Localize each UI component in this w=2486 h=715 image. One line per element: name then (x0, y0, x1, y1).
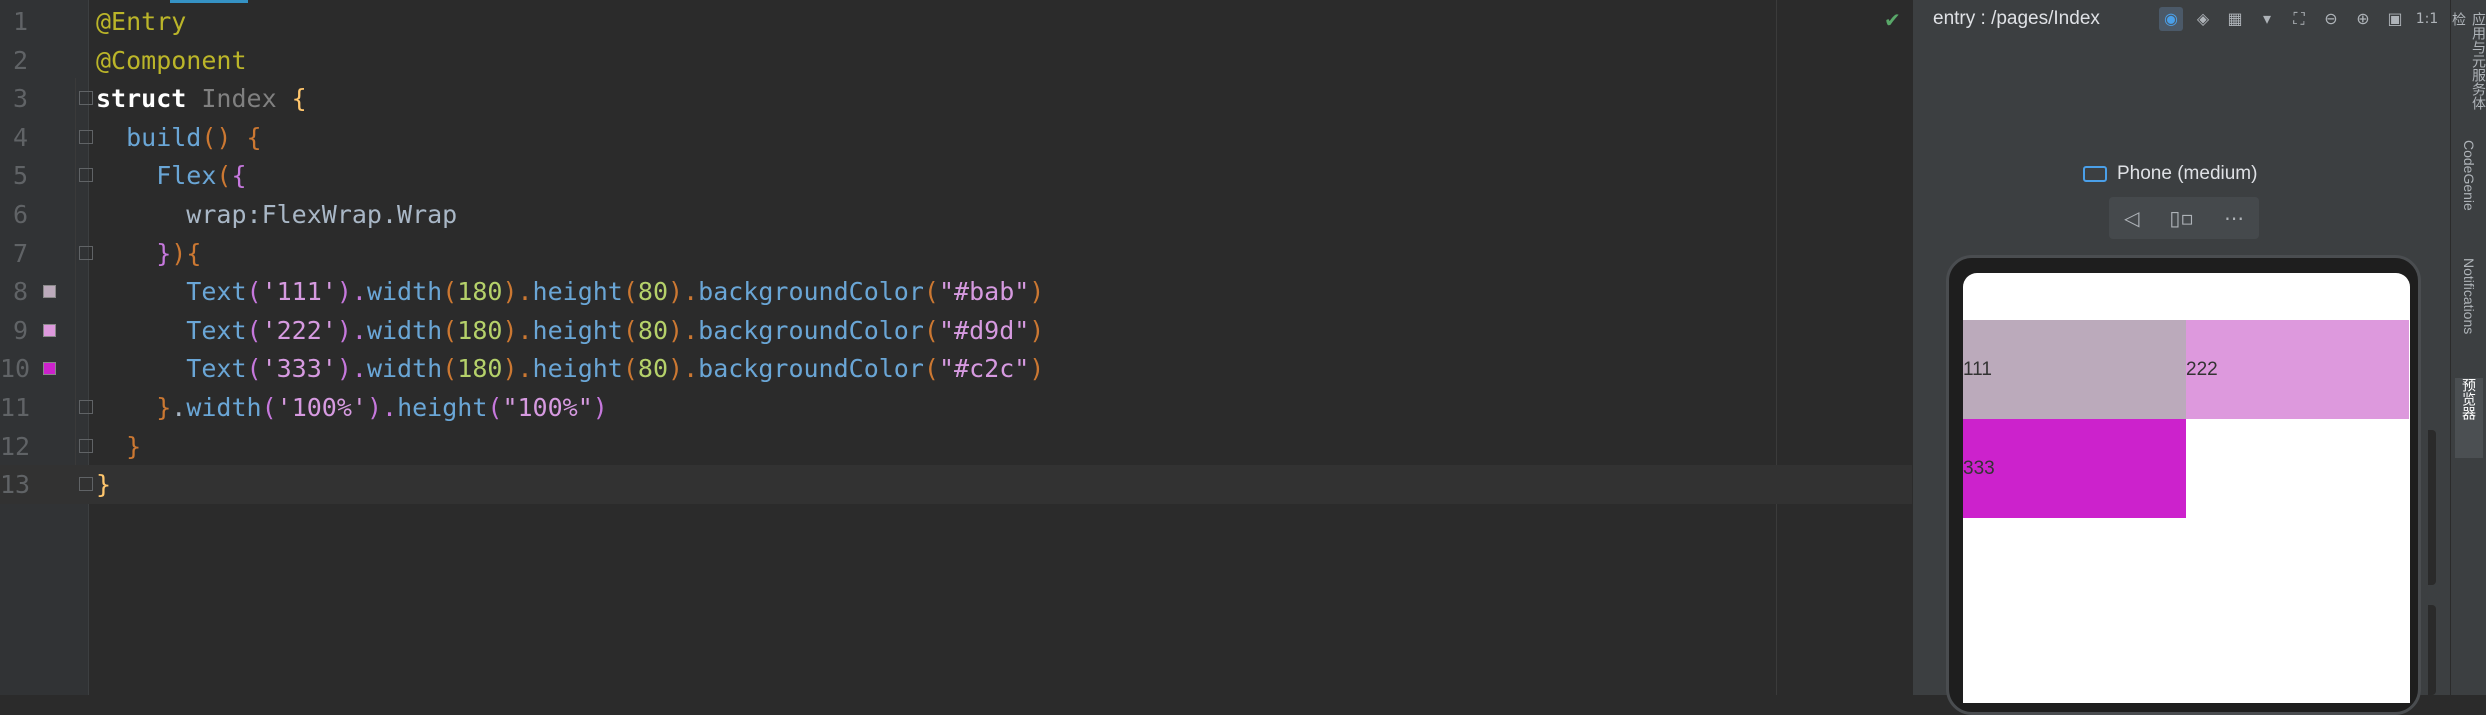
device-controls: ◁ ▯▫ ⋯ (2109, 197, 2259, 239)
code-text: }){ (96, 238, 202, 268)
fold-marker-icon[interactable] (79, 438, 93, 453)
code-line[interactable]: 11 }.width('100%').height("100%") (0, 388, 1912, 427)
actual-size-icon[interactable]: 1:1 (2415, 7, 2439, 31)
code-text: } (96, 431, 142, 461)
code-text: Text('111').width(180).height(80).backgr… (96, 277, 1045, 307)
layers-icon[interactable]: ◈ (2191, 7, 2215, 31)
fold-marker-icon[interactable] (79, 168, 93, 183)
zoom-in-icon[interactable]: ⊕ (2351, 7, 2375, 31)
code-editor[interactable]: 1 @Entry 2 @Component 3 struct Index { 4 build… (0, 0, 1912, 695)
code-text: build() { (96, 122, 262, 152)
code-line[interactable]: 12 } (0, 427, 1912, 466)
line-number: 8 (12, 277, 28, 307)
line-number: 6 (12, 200, 28, 229)
color-swatch-icon[interactable] (43, 362, 56, 376)
line-number: 3 (12, 84, 28, 114)
code-text: Flex({ (96, 161, 247, 191)
text-box-111[interactable]: 111 (1963, 320, 2186, 419)
code-line[interactable]: 5 Flex({ (0, 156, 1912, 195)
code-line[interactable]: 3 struct Index { (0, 79, 1912, 118)
phone-side-button (2428, 605, 2436, 695)
phone-side-button (2428, 430, 2436, 585)
more-icon[interactable]: ⋯ (2224, 206, 2244, 230)
strip-item-previewer[interactable]: 预览器 (2455, 378, 2483, 458)
inspector-toggle-icon[interactable]: ◉ (2159, 7, 2183, 31)
grid-icon[interactable]: ▦ (2223, 7, 2247, 31)
text-box-222[interactable]: 222 (2186, 320, 2409, 419)
inspection-ok-icon[interactable]: ✔ (1884, 8, 1901, 32)
strip-item-codegenie[interactable]: CodeGenie (2455, 140, 2483, 240)
fold-marker-icon[interactable] (79, 400, 93, 414)
code-line[interactable]: 8 Text('111').width(180).height(80).back… (0, 272, 1912, 311)
fit-screen-icon[interactable]: ⛶ (2287, 7, 2311, 31)
previewer-title: entry : /pages/Index (1933, 8, 2100, 29)
code-line[interactable]: 10 Text('333').width(180).height(80).bac… (0, 349, 1912, 388)
color-swatch-icon[interactable] (43, 285, 56, 299)
device-name: Phone (medium) (2117, 163, 2258, 184)
fold-marker-icon[interactable] (79, 91, 93, 106)
line-number: 2 (12, 45, 28, 75)
line-number: 7 (12, 238, 28, 268)
line-number: 4 (12, 122, 28, 152)
right-tool-strip: 应用与元服务体检 CodeGenie Notifications 预览器 (2450, 0, 2486, 695)
code-line[interactable]: 9 Text('222').width(180).height(80).back… (0, 311, 1912, 350)
code-line[interactable]: 2 @Component (0, 41, 1912, 80)
code-text: wrap:FlexWrap.Wrap (96, 200, 458, 229)
color-swatch-icon[interactable] (43, 323, 56, 337)
strip-item-app-check[interactable]: 应用与元服务体检 (2451, 12, 2486, 122)
code-text: Text('222').width(180).height(80).backgr… (96, 315, 1045, 345)
strip-item-notifications[interactable]: Notifications (2455, 258, 2483, 368)
code-text: Text('333').width(180).height(80).backgr… (96, 354, 1045, 384)
dropdown-icon[interactable]: ▾ (2255, 7, 2279, 31)
rotate-icon[interactable]: ▯▫ (2169, 206, 2194, 230)
zoom-out-icon[interactable]: ⊖ (2319, 7, 2343, 31)
code-line[interactable]: 13} (0, 465, 1912, 505)
code-text: @Component (96, 45, 247, 75)
text-box-333[interactable]: 333 (1963, 419, 2186, 518)
line-number: 10 (0, 354, 31, 384)
phone-device-icon (2083, 166, 2107, 182)
device-selector[interactable]: Phone (medium) (2083, 163, 2257, 185)
fold-marker-icon[interactable] (79, 245, 93, 260)
code-text: struct Index { (96, 84, 307, 114)
back-icon[interactable]: ◁ (2124, 206, 2139, 230)
code-text: @Entry (96, 7, 187, 36)
phone-screen[interactable]: 111 222 333 (1963, 273, 2410, 703)
line-number: 11 (0, 393, 31, 422)
code-line[interactable]: 6 wrap:FlexWrap.Wrap (0, 195, 1912, 234)
line-number: 5 (12, 161, 28, 191)
fold-marker-icon[interactable] (79, 477, 93, 492)
code-line[interactable]: 1 @Entry (0, 2, 1912, 41)
code-text: }.width('100%').height("100%") (96, 393, 608, 422)
line-number: 9 (12, 315, 28, 345)
line-number: 1 (12, 7, 28, 36)
code-line[interactable]: 4 build() { (0, 118, 1912, 157)
line-number: 13 (0, 470, 31, 500)
fold-marker-icon[interactable] (79, 129, 93, 144)
code-text: } (96, 470, 112, 500)
screenshot-icon[interactable]: ▣ (2383, 7, 2407, 31)
previewer-toolbar: ◉ ◈ ▦ ▾ ⛶ ⊖ ⊕ ▣ 1:1 (2159, 7, 2439, 31)
previewer-panel: entry : /pages/Index ◉ ◈ ▦ ▾ ⛶ ⊖ ⊕ ▣ 1:1… (1912, 0, 2451, 715)
code-line[interactable]: 7 }){ (0, 234, 1912, 273)
line-number: 12 (0, 431, 31, 461)
